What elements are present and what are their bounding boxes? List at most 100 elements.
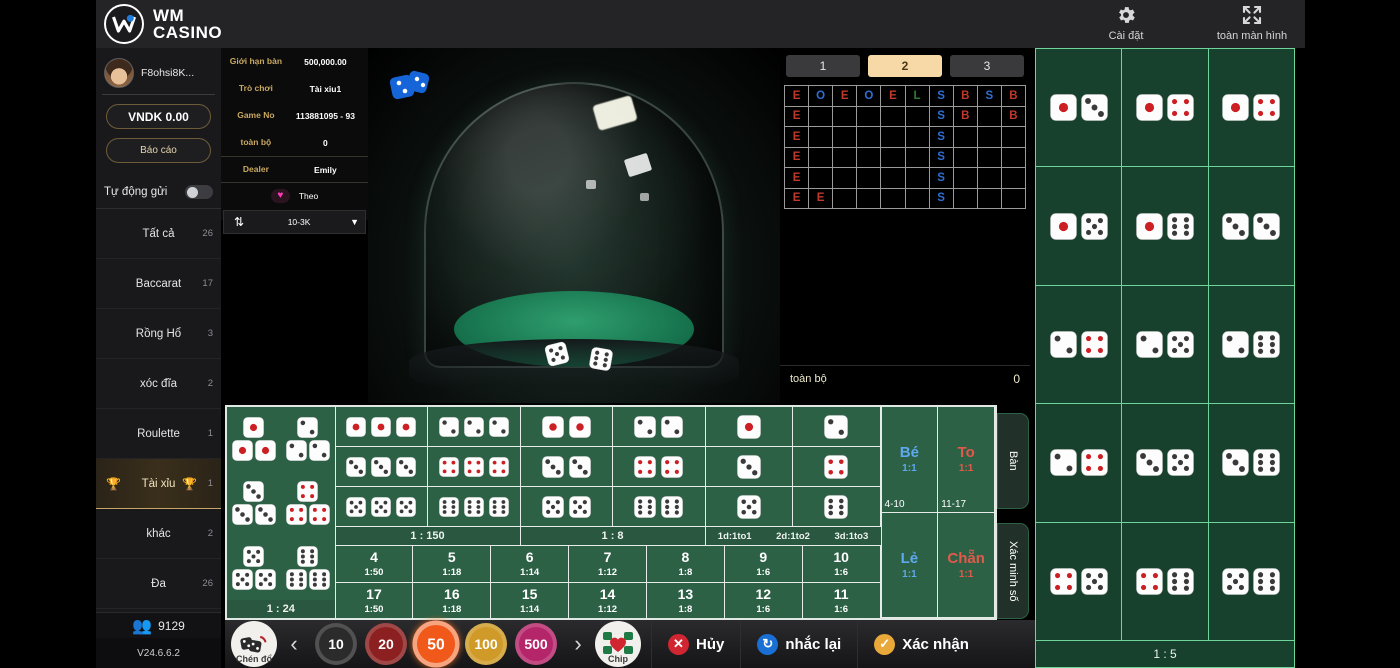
prev-chip-arrow[interactable]: ‹ [277, 631, 311, 657]
sidebar-item-label: Đa [151, 577, 166, 590]
sum-bet-12[interactable]: 12 1:6 [724, 581, 803, 618]
balance-button[interactable]: VNDK 0.00 [106, 104, 211, 129]
chip-20[interactable]: 20 [365, 623, 407, 665]
combination-cell-3-3[interactable] [520, 447, 614, 487]
dice-cup-button[interactable]: Chén đổ [231, 621, 277, 667]
theo-row[interactable]: ♥ Theo [221, 182, 368, 208]
combination-cell-6[interactable] [793, 487, 881, 527]
roadmap-cell [977, 188, 1002, 209]
combination-cell-5[interactable] [705, 487, 794, 527]
sidebar-item-4[interactable]: Roulette 1 [96, 409, 221, 459]
tab-verify-number[interactable]: Xác minh số [997, 523, 1029, 619]
sum-bet-4[interactable]: 4 1:50 [335, 545, 414, 582]
result-cell [1209, 49, 1294, 166]
combination-cell-5-5[interactable] [520, 487, 614, 527]
users-icon: 👥 [132, 617, 153, 635]
tab-table[interactable]: Bàn [997, 413, 1029, 509]
sum-bet-11[interactable]: 11 1:6 [802, 581, 881, 618]
chip-500[interactable]: 500 [515, 623, 557, 665]
combination-cell-4-4[interactable] [613, 447, 706, 487]
bet-Bé[interactable]: Bé 1:1 4-10 [881, 407, 939, 513]
sum-bet-10[interactable]: 10 1:6 [802, 545, 881, 582]
sum-number: 6 [525, 549, 534, 566]
cancel-button[interactable]: ✕ Hủy [651, 620, 740, 668]
sum-odds: 1:12 [598, 603, 618, 615]
sum-bet-17[interactable]: 17 1:50 [335, 581, 414, 618]
die-face-4 [1080, 449, 1108, 477]
die-face-2 [661, 415, 684, 438]
sidebar-item-3[interactable]: xóc đĩa 2 [96, 359, 221, 409]
sidebar-item-5[interactable]: 🏆 🏆 Tài xỉu 1 [96, 459, 221, 509]
triple-bet-1[interactable] [232, 417, 276, 461]
combination-cell-6-6-6[interactable] [428, 487, 521, 527]
report-button[interactable]: Báo cáo [106, 138, 211, 163]
die-face-3 [243, 481, 265, 503]
sum-bet-14[interactable]: 14 1:12 [569, 581, 647, 618]
combination-cell-3[interactable] [705, 447, 794, 487]
combination-cell-1[interactable] [705, 407, 794, 447]
die-face-4 [661, 455, 684, 478]
info-row-2: Game No 113881095 - 93 [221, 102, 368, 129]
combination-cell-6-6[interactable] [613, 487, 706, 527]
die-face-5 [569, 495, 591, 518]
result-cell [1209, 286, 1294, 403]
sidebar-item-6[interactable]: khác 2 [96, 509, 221, 559]
sum-bet-16[interactable]: 16 1:18 [413, 581, 492, 618]
favorite-chip-button[interactable]: Chip [595, 621, 641, 667]
combination-cell-2[interactable] [793, 407, 881, 447]
auto-send-row[interactable]: Tự động gửi [96, 175, 221, 209]
roadmap-tab-3[interactable]: 3 [950, 55, 1024, 77]
sidebar-item-0[interactable]: Tất cả 26 [96, 209, 221, 259]
roadmap-tab-1[interactable]: 1 [786, 55, 860, 77]
info-row-3: toàn bộ 0 [221, 129, 368, 156]
chip-10[interactable]: 10 [315, 623, 357, 665]
triple-bet-3[interactable] [232, 481, 276, 526]
dice-cup-label: Chén đổ [236, 654, 272, 664]
roadmap-tab-2[interactable]: 2 [868, 55, 942, 77]
bet-Lẻ[interactable]: Lẻ 1:1 [881, 512, 939, 618]
sum-bet-8[interactable]: 8 1:8 [646, 545, 725, 582]
bet-To[interactable]: To 1:1 11-17 [938, 407, 995, 513]
triple-bet-5[interactable] [232, 546, 276, 590]
sidebar-item-count: 1 [207, 428, 213, 439]
sum-bet-6[interactable]: 6 1:14 [491, 545, 570, 582]
next-chip-arrow[interactable]: › [561, 631, 595, 657]
sum-bet-7[interactable]: 7 1:12 [569, 545, 647, 582]
fullscreen-button[interactable]: toàn màn hình [1207, 3, 1297, 42]
repeat-button[interactable]: ↻ nhắc lại [740, 620, 857, 668]
settings-button[interactable]: Cài đặt [1081, 3, 1171, 42]
combination-cell-1-1[interactable] [520, 407, 614, 447]
chip-50[interactable]: 50 [412, 620, 460, 668]
triple-bet-6[interactable] [285, 546, 330, 590]
combination-cell-3-3-3[interactable] [335, 447, 429, 487]
combination-cell-2-2[interactable] [613, 407, 706, 447]
triples-odds: 1 : 24 [227, 600, 335, 618]
sum-bet-5[interactable]: 5 1:18 [413, 545, 492, 582]
confirm-button[interactable]: ✓ Xác nhận [857, 620, 985, 668]
auto-send-toggle[interactable] [185, 185, 213, 199]
combination-cell-4-4-4[interactable] [428, 447, 521, 487]
sum-bet-13[interactable]: 13 1:8 [646, 581, 725, 618]
combination-cell-5-5-5[interactable] [335, 487, 429, 527]
die-face-5 [1167, 449, 1194, 477]
info-key: Giới hạn bàn [229, 55, 283, 66]
bet-limit-selector[interactable]: ⇅ 10-3K ▼ [223, 210, 366, 234]
sidebar-item-2[interactable]: Rồng Hổ 3 [96, 309, 221, 359]
triple-bet-2[interactable] [285, 417, 330, 461]
sidebar-item-1[interactable]: Baccarat 17 [96, 259, 221, 309]
combination-cell-1-1-1[interactable] [335, 407, 429, 447]
roadmap-cell [977, 168, 1002, 189]
sidebar-item-7[interactable]: Đa 26 [96, 559, 221, 609]
bet-Chẵn[interactable]: Chẵn 1:1 [938, 512, 995, 618]
triple-bet-4[interactable] [285, 481, 330, 526]
die-face-6 [1167, 568, 1194, 595]
combination-cell-2-2-2[interactable] [428, 407, 521, 447]
chip-100[interactable]: 100 [465, 623, 507, 665]
sum-bet-9[interactable]: 9 1:6 [724, 545, 803, 582]
sum-odds: 1:18 [442, 567, 462, 579]
sum-bet-15[interactable]: 15 1:14 [491, 581, 570, 618]
live-video-stream[interactable] [368, 48, 780, 403]
combination-cell-4[interactable] [793, 447, 881, 487]
roadmap-cell [905, 147, 930, 168]
die-face-1 [737, 414, 761, 439]
